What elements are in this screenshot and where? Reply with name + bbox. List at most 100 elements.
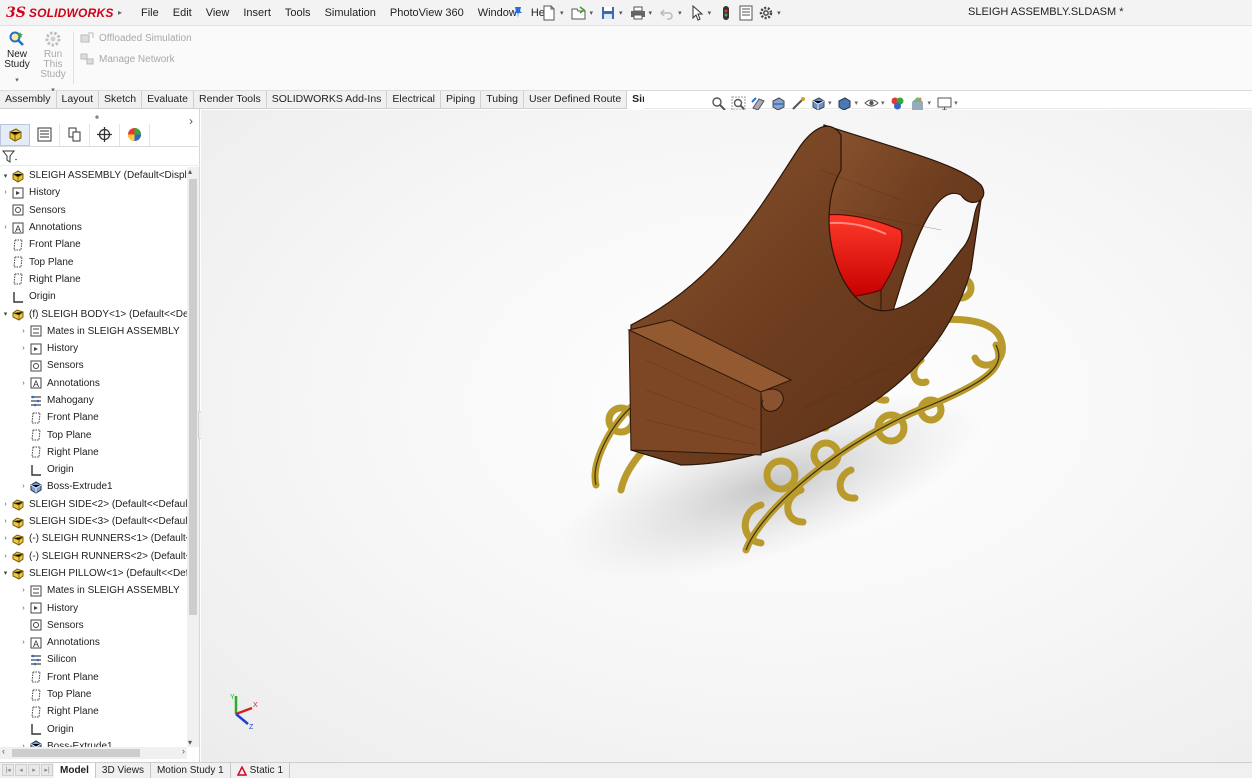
- save-dropdown-icon[interactable]: ▾: [619, 9, 623, 17]
- tree-node[interactable]: Top Plane: [0, 426, 187, 443]
- tree-node[interactable]: ▾ SLEIGH ASSEMBLY (Default<Display Stat: [0, 167, 187, 184]
- tab-3d-views[interactable]: 3D Views: [96, 763, 151, 778]
- tab-piping[interactable]: Piping: [441, 91, 482, 109]
- menu-edit[interactable]: Edit: [166, 7, 199, 19]
- menu-view[interactable]: View: [199, 7, 237, 19]
- pin-menu-icon[interactable]: [511, 5, 525, 19]
- print-icon[interactable]: [629, 4, 647, 22]
- graphics-area[interactable]: [201, 110, 1252, 762]
- expand-arrow-icon[interactable]: ›: [1, 535, 10, 542]
- new-document-icon[interactable]: [540, 4, 558, 22]
- menu-insert[interactable]: Insert: [236, 7, 278, 19]
- tree-vertical-scrollbar[interactable]: ▴ ▾: [187, 167, 199, 747]
- options-dropdown-icon[interactable]: ▾: [777, 9, 781, 17]
- collapse-arrow-icon[interactable]: ▾: [1, 172, 10, 180]
- last-tab-icon[interactable]: ▸|: [41, 763, 53, 776]
- expand-arrow-icon[interactable]: ›: [19, 639, 28, 646]
- expand-arrow-icon[interactable]: ›: [19, 345, 28, 352]
- select-arrow-icon[interactable]: [688, 4, 706, 22]
- tree-node[interactable]: › Mates in SLEIGH ASSEMBLY: [0, 323, 187, 340]
- tab-solidworks-add-ins[interactable]: SOLIDWORKS Add-Ins: [267, 91, 388, 109]
- dimxpertmanager-icon[interactable]: [90, 123, 120, 146]
- tab-electrical[interactable]: Electrical: [387, 91, 442, 109]
- tree-node[interactable]: › (-) SLEIGH RUNNERS<2> (Default<<: [0, 548, 187, 565]
- rebuild-icon[interactable]: [717, 4, 735, 22]
- new-study-button[interactable]: New Study ▾: [0, 30, 34, 86]
- view-orientation-dropdown-icon[interactable]: ▾: [828, 99, 832, 107]
- expand-arrow-icon[interactable]: ›: [19, 605, 28, 612]
- tree-node[interactable]: ▾ (f) SLEIGH BODY<1> (Default<<Defa: [0, 305, 187, 322]
- tree-node[interactable]: › History: [0, 184, 187, 201]
- save-icon[interactable]: [599, 4, 617, 22]
- next-tab-icon[interactable]: ▸: [28, 763, 40, 776]
- run-this-study-button[interactable]: Run This Study ▾: [36, 30, 70, 96]
- vertical-scroll-thumb[interactable]: [189, 179, 197, 615]
- tree-node[interactable]: Right Plane: [0, 444, 187, 461]
- first-tab-icon[interactable]: |◂: [2, 763, 14, 776]
- tree-node[interactable]: Right Plane: [0, 271, 187, 288]
- new-dropdown-icon[interactable]: ▾: [560, 9, 564, 17]
- tree-node[interactable]: › A Annotations: [0, 634, 187, 651]
- tree-node[interactable]: Sensors: [0, 617, 187, 634]
- tree-node[interactable]: Top Plane: [0, 686, 187, 703]
- tree-node[interactable]: Mahogany: [0, 392, 187, 409]
- tree-node[interactable]: Top Plane: [0, 253, 187, 270]
- previous-tab-icon[interactable]: ◂: [15, 763, 27, 776]
- tab-static-1[interactable]: Static 1: [231, 763, 291, 778]
- collapse-arrow-icon[interactable]: ▾: [1, 569, 10, 577]
- tree-node[interactable]: Front Plane: [0, 236, 187, 253]
- sleigh-model[interactable]: [201, 110, 1252, 762]
- tree-node[interactable]: › SLEIGH SIDE<2> (Default<<Default>: [0, 496, 187, 513]
- select-dropdown-icon[interactable]: ▾: [708, 9, 712, 17]
- tree-node[interactable]: Origin: [0, 288, 187, 305]
- print-dropdown-icon[interactable]: ▾: [649, 9, 653, 17]
- expand-arrow-icon[interactable]: ›: [1, 501, 10, 508]
- expand-arrow-icon[interactable]: ›: [19, 483, 28, 490]
- tree-node[interactable]: Front Plane: [0, 409, 187, 426]
- new-study-dropdown-icon[interactable]: ▾: [0, 76, 34, 86]
- tree-node[interactable]: Origin: [0, 461, 187, 478]
- tab-user-defined-route[interactable]: User Defined Route: [524, 91, 628, 109]
- expand-arrow-icon[interactable]: ›: [19, 380, 28, 387]
- propertymanager-icon[interactable]: [30, 123, 60, 146]
- undo-icon[interactable]: [658, 4, 676, 22]
- manage-network-button[interactable]: Manage Network: [80, 51, 175, 67]
- expand-arrow-icon[interactable]: ›: [19, 328, 28, 335]
- scroll-down-icon[interactable]: ▾: [188, 738, 192, 747]
- tab-evaluate[interactable]: Evaluate: [142, 91, 195, 109]
- menu-photoview-360[interactable]: PhotoView 360: [383, 7, 471, 19]
- expand-arrow-icon[interactable]: ›: [1, 224, 10, 231]
- featuremanager-tree-icon[interactable]: [0, 123, 30, 146]
- view-settings-dropdown-icon[interactable]: ▾: [954, 99, 958, 107]
- tab-model[interactable]: Model: [54, 763, 96, 778]
- tree-node[interactable]: ▾ SLEIGH PILLOW<1> (Default<<Defau: [0, 565, 187, 582]
- file-properties-icon[interactable]: [737, 4, 755, 22]
- expand-arrow-icon[interactable]: ›: [1, 553, 10, 560]
- display-style-dropdown-icon[interactable]: ▾: [855, 99, 859, 107]
- scroll-right-icon[interactable]: ›: [182, 746, 185, 756]
- panel-grip-icon[interactable]: ⦁: [95, 112, 99, 122]
- tree-node[interactable]: Sensors: [0, 202, 187, 219]
- tab-motion-study-1[interactable]: Motion Study 1: [151, 763, 231, 778]
- tree-horizontal-scrollbar[interactable]: ‹ ›: [0, 746, 187, 759]
- configurationmanager-icon[interactable]: [60, 123, 90, 146]
- tree-node[interactable]: › History: [0, 599, 187, 616]
- scroll-left-icon[interactable]: ‹: [2, 746, 5, 756]
- tree-node[interactable]: Front Plane: [0, 669, 187, 686]
- expand-arrow-icon[interactable]: ›: [1, 518, 10, 525]
- menu-simulation[interactable]: Simulation: [318, 7, 383, 19]
- tab-tubing[interactable]: Tubing: [481, 91, 524, 109]
- tree-node[interactable]: › History: [0, 340, 187, 357]
- filter-icon[interactable]: [1, 150, 18, 164]
- scroll-up-icon[interactable]: ▴: [188, 167, 192, 176]
- offloaded-simulation-button[interactable]: Offloaded Simulation: [80, 30, 192, 46]
- tree-node[interactable]: › Boss-Extrude1: [0, 478, 187, 495]
- menu-tools[interactable]: Tools: [278, 7, 318, 19]
- tree-node[interactable]: › A Annotations: [0, 375, 187, 392]
- open-folder-icon[interactable]: [570, 4, 588, 22]
- expand-arrow-icon[interactable]: ›: [1, 189, 10, 196]
- tree-node[interactable]: Origin: [0, 721, 187, 738]
- solidworks-logo[interactable]: 3S SOLIDWORKS: [6, 2, 118, 24]
- tree-node[interactable]: Right Plane: [0, 703, 187, 720]
- tree-node[interactable]: › Mates in SLEIGH ASSEMBLY: [0, 582, 187, 599]
